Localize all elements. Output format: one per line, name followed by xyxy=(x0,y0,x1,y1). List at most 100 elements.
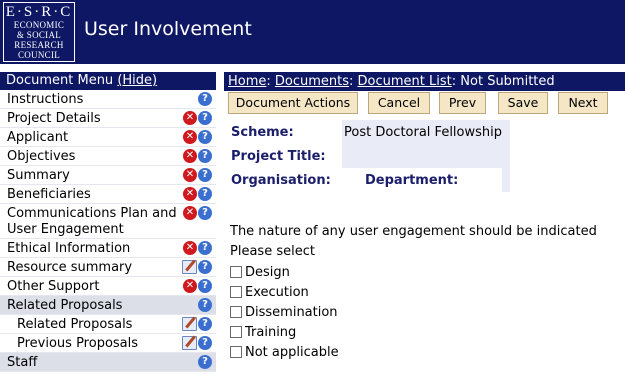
sidebar-item-label: Instructions xyxy=(7,92,84,107)
sidebar-item-label: Related Proposals xyxy=(17,317,133,332)
dissemination-checkbox[interactable] xyxy=(230,306,242,318)
breadcrumb-separator: : xyxy=(349,74,358,89)
breadcrumb-home-link[interactable]: Home xyxy=(228,74,266,89)
sidebar-item-project-details[interactable]: Project Details ✕? xyxy=(0,109,216,128)
help-icon[interactable]: ? xyxy=(198,260,212,274)
error-icon: ✕ xyxy=(183,130,197,144)
organisation-label: Organisation: xyxy=(231,173,331,188)
help-icon[interactable]: ? xyxy=(198,130,212,144)
menu-title: Document Menu xyxy=(6,73,114,88)
logo-line: RESEARCH xyxy=(14,40,64,50)
help-icon[interactable]: ? xyxy=(198,336,212,350)
option-dissemination[interactable]: Dissemination xyxy=(230,304,338,320)
breadcrumb-current: Not Submitted xyxy=(460,74,555,89)
sidebar-item-label: Summary xyxy=(7,168,70,183)
sidebar-item-label: Project Details xyxy=(7,111,101,126)
sidebar-item-applicant[interactable]: Applicant ✕? xyxy=(0,128,216,147)
help-icon[interactable]: ? xyxy=(198,298,212,312)
option-execution[interactable]: Execution xyxy=(230,284,309,300)
prompt-text: Please select xyxy=(230,244,315,259)
design-checkbox[interactable] xyxy=(230,266,242,278)
logo-main-text: E·S·R·C xyxy=(5,4,73,20)
help-icon[interactable]: ? xyxy=(198,187,212,201)
option-label: Training xyxy=(245,324,297,340)
option-design[interactable]: Design xyxy=(230,264,290,280)
help-icon[interactable]: ? xyxy=(198,355,212,369)
page-title: User Involvement xyxy=(84,18,252,40)
cancel-button[interactable]: Cancel xyxy=(368,92,430,114)
error-icon: ✕ xyxy=(183,206,197,220)
sidebar-item-ethical-information[interactable]: Ethical Information ✕? xyxy=(0,239,216,258)
help-icon[interactable]: ? xyxy=(198,168,212,182)
sidebar-item-label: Staff xyxy=(7,355,38,370)
sidebar-item-label: Resource summary xyxy=(7,260,133,275)
sidebar-item-instructions[interactable]: Instructions ? xyxy=(0,90,216,109)
option-label: Dissemination xyxy=(245,304,338,320)
sidebar-item-objectives[interactable]: Objectives ✕? xyxy=(0,147,216,166)
error-icon: ✕ xyxy=(183,187,197,201)
error-icon: ✕ xyxy=(183,111,197,125)
edit-icon xyxy=(182,317,197,331)
scheme-label: Scheme: xyxy=(231,125,294,140)
panel-gap xyxy=(342,168,350,192)
edit-icon xyxy=(182,260,197,274)
option-not-applicable[interactable]: Not applicable xyxy=(230,344,339,360)
training-checkbox[interactable] xyxy=(230,326,242,338)
sidebar-item-label: Applicant xyxy=(7,130,69,145)
menu-header: Document Menu (Hide) xyxy=(0,72,216,90)
option-label: Execution xyxy=(245,284,309,300)
sidebar-item-label: Related Proposals xyxy=(7,298,123,313)
sidebar-item-label: Other Support xyxy=(7,279,100,294)
help-icon[interactable]: ? xyxy=(198,92,212,106)
error-icon: ✕ xyxy=(183,168,197,182)
help-icon[interactable]: ? xyxy=(198,279,212,293)
department-label: Department: xyxy=(365,173,459,188)
sidebar-item-label: Previous Proposals xyxy=(17,336,139,351)
logo-line: ECONOMIC xyxy=(13,20,65,30)
breadcrumb-separator: : xyxy=(266,74,275,89)
scheme-value: Post Doctoral Fellowship xyxy=(344,125,502,140)
option-training[interactable]: Training xyxy=(230,324,296,340)
sidebar-item-other-support[interactable]: Other Support ✕? xyxy=(0,277,216,296)
document-actions-button[interactable]: Document Actions xyxy=(228,92,358,114)
breadcrumb-documents-link[interactable]: Documents xyxy=(275,74,349,89)
question-text: The nature of any user engagement should… xyxy=(230,224,597,239)
error-icon: ✕ xyxy=(183,149,197,163)
help-icon[interactable]: ? xyxy=(198,241,212,255)
sidebar-item-label: Beneficiaries xyxy=(7,187,91,202)
option-label: Design xyxy=(245,264,290,280)
app-header: E·S·R·C ECONOMIC & SOCIAL RESEARCH COUNC… xyxy=(0,0,625,64)
not-applicable-checkbox[interactable] xyxy=(230,346,242,358)
logo-line: & SOCIAL xyxy=(16,30,62,40)
document-menu: Document Menu (Hide) Instructions ? Proj… xyxy=(0,72,216,374)
prev-button[interactable]: Prev xyxy=(439,92,486,114)
breadcrumb-document-list-link[interactable]: Document List xyxy=(358,74,452,89)
hide-menu-link[interactable]: (Hide) xyxy=(117,73,157,88)
sidebar-item-summary[interactable]: Summary ✕? xyxy=(0,166,216,185)
breadcrumb-separator: : xyxy=(451,74,461,89)
help-icon[interactable]: ? xyxy=(198,206,212,220)
sidebar-item-beneficiaries[interactable]: Beneficiaries ✕? xyxy=(0,185,216,204)
next-button[interactable]: Next xyxy=(558,92,608,114)
sidebar-item-communications-plan[interactable]: Communications Plan and User Engagement … xyxy=(0,204,216,239)
option-label: Not applicable xyxy=(245,344,339,360)
sidebar-item-label: Objectives xyxy=(7,149,76,164)
sidebar-item-related-proposals[interactable]: Related Proposals ? xyxy=(0,315,216,334)
sidebar-item-label: Ethical Information xyxy=(7,241,131,256)
project-title-label: Project Title: xyxy=(231,149,326,164)
error-icon: ✕ xyxy=(183,279,197,293)
execution-checkbox[interactable] xyxy=(230,286,242,298)
error-icon: ✕ xyxy=(183,241,197,255)
sidebar-item-label-line2: User Engagement xyxy=(7,222,124,237)
help-icon[interactable]: ? xyxy=(198,317,212,331)
sidebar-item-previous-proposals[interactable]: Previous Proposals ? xyxy=(0,334,216,353)
logo-line: COUNCIL xyxy=(17,50,61,60)
sidebar-group-staff[interactable]: Staff ? xyxy=(0,353,216,372)
breadcrumb: Home: Documents: Document List: Not Subm… xyxy=(224,72,625,91)
help-icon[interactable]: ? xyxy=(198,111,212,125)
esrc-logo: E·S·R·C ECONOMIC & SOCIAL RESEARCH COUNC… xyxy=(3,2,75,62)
sidebar-item-resource-summary[interactable]: Resource summary ? xyxy=(0,258,216,277)
help-icon[interactable]: ? xyxy=(198,149,212,163)
save-button[interactable]: Save xyxy=(498,92,548,114)
sidebar-group-related-proposals[interactable]: Related Proposals ? xyxy=(0,296,216,315)
